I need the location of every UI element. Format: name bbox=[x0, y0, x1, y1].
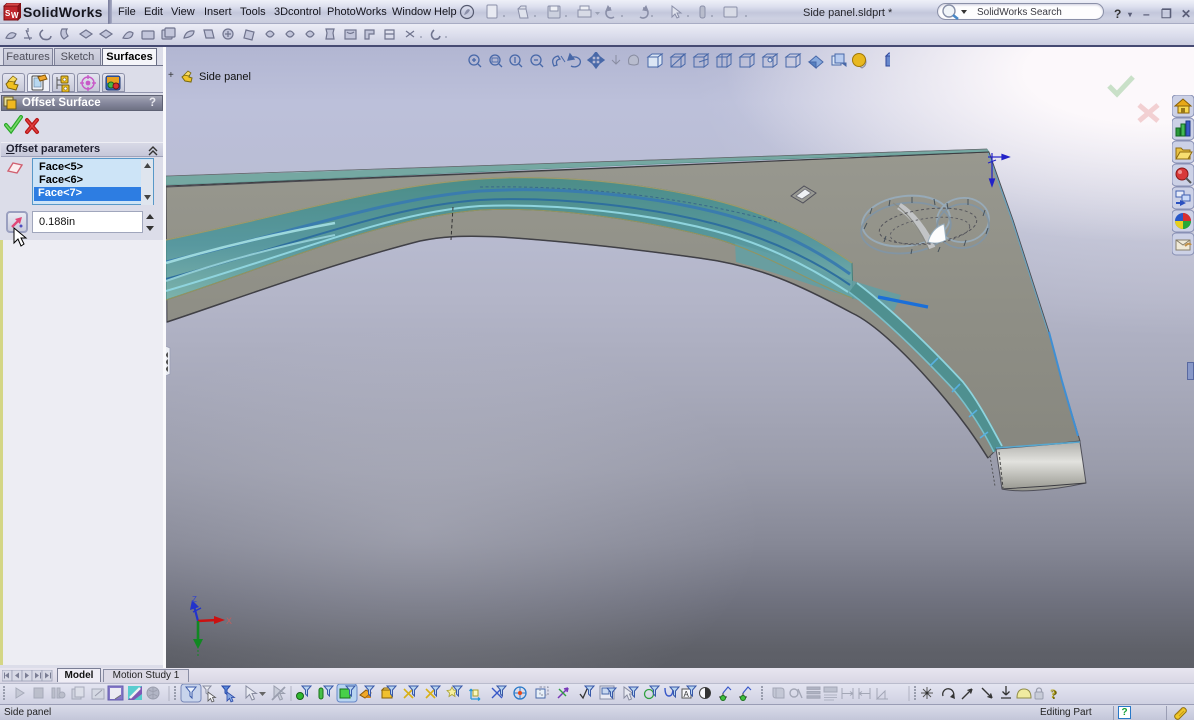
svg-text:?: ? bbox=[1051, 687, 1058, 702]
svg-text:X: X bbox=[226, 616, 232, 626]
svg-text:A: A bbox=[684, 690, 690, 699]
svg-text:Z: Z bbox=[192, 595, 197, 604]
